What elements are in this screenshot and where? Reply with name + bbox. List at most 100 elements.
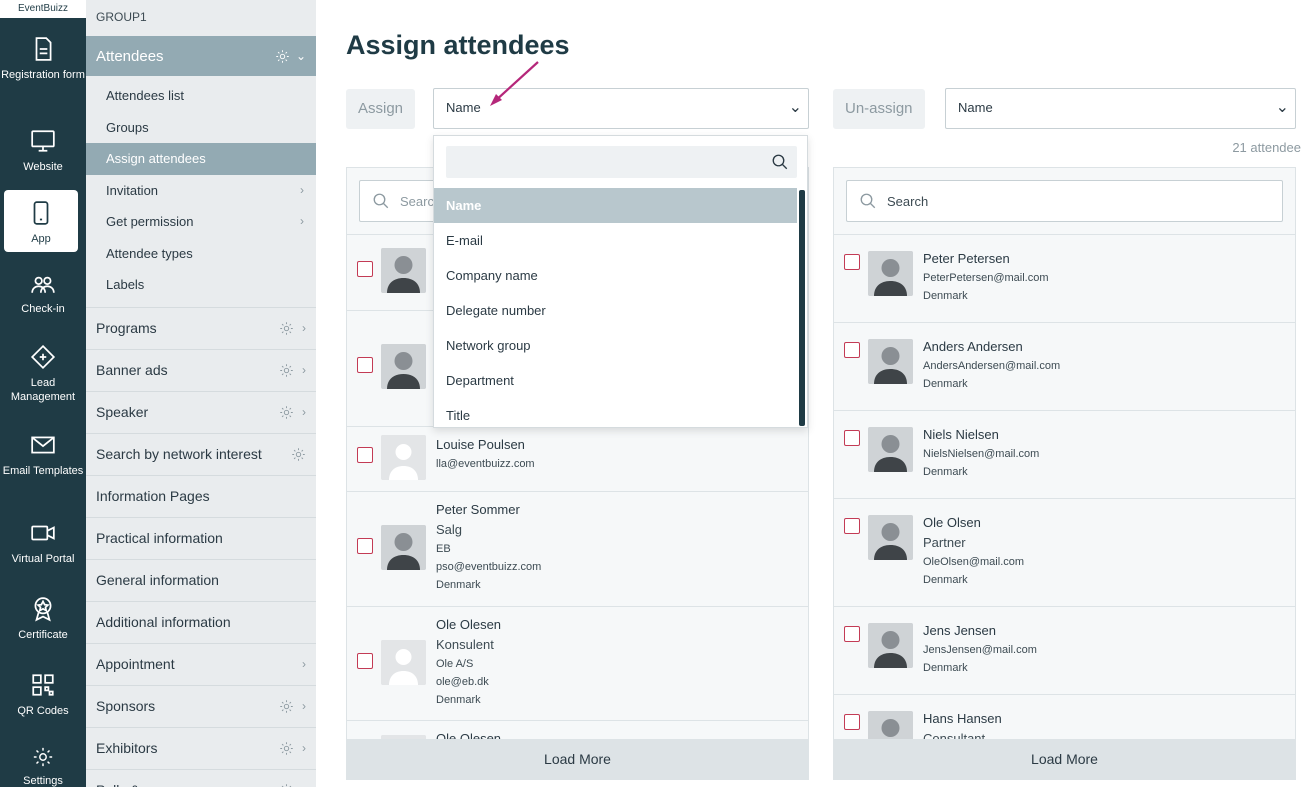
dropdown-search-input[interactable] (446, 146, 797, 178)
sidebar-item-label: Sponsors (96, 698, 156, 714)
sidebar-item-invitation[interactable]: Invitation › (86, 175, 316, 207)
sidebar-item-attendee-types[interactable]: Attendee types (86, 238, 316, 270)
list-item[interactable]: Peter Sommer Salg EB pso@eventbuizz.com Denm… (347, 492, 808, 607)
dropdown-option[interactable]: Delegate number (434, 293, 797, 328)
sidebar: GROUP1 Attendees ⌄ Attendees list Groups… (86, 0, 316, 787)
dropdown-option[interactable]: E-mail (434, 223, 797, 258)
select-checkbox[interactable] (357, 447, 373, 463)
dropdown-option[interactable]: Title (434, 398, 797, 427)
sidebar-item-label: Programs (96, 320, 157, 336)
select-checkbox[interactable] (844, 714, 860, 730)
attendee-detail: Denmark (436, 694, 481, 706)
rail-item-certificate[interactable]: Certificate (0, 578, 86, 654)
attendee-info: Ole Olesen Konsulent Ole A/S ole@eb.dk Denma… (436, 615, 501, 709)
rail-item-registration-form[interactable]: Registration form (0, 18, 86, 110)
list-item[interactable]: Ole Olesen Konsulent Ole A/S ole@eb.dk Denma… (347, 607, 808, 721)
sidebar-item-get-permission[interactable]: Get permission › (86, 206, 316, 238)
sidebar-item-general-information[interactable]: General information (86, 558, 316, 601)
select-checkbox[interactable] (357, 357, 373, 373)
attendee-info: Ole Olesen (436, 729, 501, 739)
gear-icon[interactable] (279, 741, 294, 756)
page-title: Assign attendees (346, 30, 570, 60)
unassign-label: Un-assign (833, 89, 925, 129)
sidebar-item-search-by-network-interest[interactable]: Search by network interest (86, 432, 316, 475)
dropdown-option[interactable]: Company name (434, 258, 797, 293)
attendee-position: Salg (436, 522, 463, 537)
sidebar-item-additional-information[interactable]: Additional information (86, 600, 316, 643)
list-item[interactable]: Peter Petersen PeterPetersen@mail.com Denm… (834, 235, 1295, 323)
select-checkbox[interactable] (844, 254, 860, 270)
email-icon (31, 436, 55, 454)
sidebar-item-attendees-list[interactable]: Attendees list (86, 80, 316, 112)
rail-item-email-templates[interactable]: Email Templates (0, 414, 86, 502)
gear-icon[interactable] (279, 783, 294, 787)
sidebar-item-practical-information[interactable]: Practical information (86, 516, 316, 559)
sidebar-item-label: Appointment (96, 656, 175, 672)
select-checkbox[interactable] (844, 518, 860, 534)
sidebar-item-label: Invitation (106, 182, 159, 198)
dropdown-scrollbar[interactable] (799, 190, 805, 426)
list-item[interactable]: Ole Olsen Partner OleOlsen@mail.com Denmark (834, 499, 1295, 607)
sidebar-item-information-pages[interactable]: Information Pages (86, 474, 316, 517)
chevron-down-icon: ⌄ (788, 99, 802, 116)
attendee-detail: pso@eventbuizz.com (436, 561, 542, 573)
attendee-name: Ole Olesen (436, 617, 502, 632)
rail-item-app[interactable]: App (4, 190, 78, 252)
gear-icon[interactable] (279, 363, 294, 378)
sidebar-item-groups[interactable]: Groups (86, 112, 316, 144)
gear-icon[interactable] (279, 405, 294, 420)
dropdown-option[interactable]: Department (434, 363, 797, 398)
left-load-more-button[interactable]: Load More (347, 739, 808, 779)
sidebar-section-attendees[interactable]: Attendees ⌄ (86, 36, 316, 76)
sidebar-item-banner-ads[interactable]: Banner ads › (86, 348, 316, 391)
list-item[interactable]: Ole Olesen (347, 721, 808, 739)
rail-label: Website (23, 161, 63, 173)
rail-item-qr-codes[interactable]: QR Codes (0, 654, 86, 728)
gear-icon[interactable] (275, 49, 290, 64)
list-item[interactable]: Anders Andersen AndersAndersen@mail.com De… (834, 323, 1295, 411)
sidebar-item-assign-attendees[interactable]: Assign attendees (86, 143, 316, 175)
brand-logo: EventBuizz (0, 0, 86, 18)
rail-label: Settings (23, 775, 63, 787)
select-checkbox[interactable] (844, 342, 860, 358)
gear-icon[interactable] (279, 699, 294, 714)
chevron-right-icon: › (302, 321, 306, 335)
sidebar-rows: Programs › Banner ads › Speaker › Search by ne… (86, 306, 316, 787)
list-item[interactable]: Hans Hansen Consultant (834, 695, 1295, 739)
sidebar-item-label: General information (96, 572, 219, 588)
right-search-input[interactable]: Search (846, 180, 1283, 222)
select-checkbox[interactable] (357, 653, 373, 669)
sidebar-item-label: Assign attendees (106, 151, 206, 166)
right-load-more-button[interactable]: Load More (834, 739, 1295, 779)
gear-icon[interactable] (279, 321, 294, 336)
dropdown-option[interactable]: Name (434, 188, 797, 223)
search-icon (860, 193, 876, 209)
sidebar-item-programs[interactable]: Programs › (86, 306, 316, 349)
list-item[interactable]: Jens Jensen JensJensen@mail.com Denmark (834, 607, 1295, 695)
rail-item-website[interactable]: Website (0, 110, 86, 188)
sidebar-item-sponsors[interactable]: Sponsors › (86, 684, 316, 727)
sidebar-item-tools: › (279, 741, 306, 756)
sidebar-sub-list: Attendees list Groups Assign attendees I… (86, 76, 316, 301)
select-checkbox[interactable] (844, 430, 860, 446)
assign-select-value: Name (446, 100, 481, 115)
sidebar-item-labels[interactable]: Labels (86, 269, 316, 301)
sidebar-item-speaker[interactable]: Speaker › (86, 390, 316, 433)
unassign-select[interactable]: Name ⌄ (945, 88, 1296, 129)
rail-item-lead-management[interactable]: Lead Management (0, 326, 86, 414)
sidebar-item-exhibitors[interactable]: Exhibitors › (86, 726, 316, 769)
list-item[interactable]: Louise Poulsen lla@eventbuizz.com (347, 427, 808, 492)
dropdown-option[interactable]: Network group (434, 328, 797, 363)
gear-icon[interactable] (291, 447, 306, 462)
rail-item-virtual-portal[interactable]: Virtual Portal (0, 502, 86, 578)
sidebar-item-appointment[interactable]: Appointment › (86, 642, 316, 685)
list-item[interactable]: Niels Nielsen NielsNielsen@mail.com Denmar… (834, 411, 1295, 499)
rail-item-check-in[interactable]: Check-in (0, 252, 86, 326)
rail-label: QR Codes (17, 705, 69, 717)
select-checkbox[interactable] (844, 626, 860, 642)
sidebar-item-label: Attendees list (106, 88, 185, 103)
select-checkbox[interactable] (357, 538, 373, 554)
sidebar-item-polls-surveys[interactable]: Polls & surveys › (86, 768, 316, 787)
select-checkbox[interactable] (357, 261, 373, 277)
rail-item-settings[interactable]: Settings (0, 728, 86, 787)
